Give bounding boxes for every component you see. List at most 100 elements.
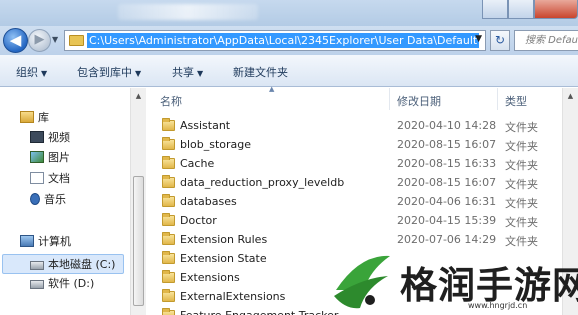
folder-icon [162,308,175,315]
folder-icon [162,213,175,226]
scroll-up-icon[interactable]: ▲ [563,88,578,104]
organize-label: 组织 [16,66,38,79]
recent-pages-dropdown-icon[interactable]: ▼ [52,35,58,44]
file-row[interactable]: Cache 2020-08-15 16:33 文件夹 [147,154,578,173]
nav-item-music[interactable]: 音乐 [30,190,66,210]
nav-item-drive-d[interactable]: 软件 (D:) [30,274,94,294]
close-button[interactable] [534,0,578,19]
file-name: databases [180,195,237,208]
file-row[interactable]: Doctor 2020-04-15 15:39 文件夹 [147,211,578,230]
folder-icon [162,156,175,169]
folder-icon [162,270,175,283]
navigation-bar: ◀ ▶ ▼ C:\Users\Administrator\AppData\Loc… [0,26,578,55]
file-name: Assistant [180,119,231,132]
share-menu[interactable]: 共享 ▼ [172,64,203,80]
computer-icon [20,235,34,247]
file-type: 文件夹 [505,235,538,248]
drive-icon [30,280,44,289]
maximize-button[interactable] [508,0,534,19]
nav-item-local-disk-c[interactable]: 本地磁盘 (C:) [2,254,124,274]
navigation-pane-scrollbar[interactable]: ▲ [130,88,146,315]
search-input[interactable]: 搜索 Defau [514,30,578,51]
file-name: Extensions [180,271,240,284]
share-label: 共享 [172,66,194,79]
nav-label: 音乐 [44,193,66,206]
forward-button[interactable]: ▶ [28,29,51,52]
nav-label: 软件 (D:) [48,277,95,290]
file-modified: 2020-08-15 16:07 [397,176,497,189]
file-row[interactable]: Extension Rules 2020-07-06 14:29 文件夹 [147,230,578,249]
watermark-url: www.hngrjd.cn [468,301,528,310]
chevron-down-icon: ▼ [135,69,142,78]
file-name: Cache [180,157,215,170]
file-type: 文件夹 [505,216,538,229]
command-bar: 组织 ▼ 包含到库中 ▼ 共享 ▼ 新建文件夹 [0,55,578,87]
nav-item-libraries[interactable]: 库 [20,108,49,128]
refresh-button[interactable]: ↻ [490,30,510,51]
address-path-input[interactable]: C:\Users\Administrator\AppData\Local\234… [87,33,480,48]
nav-label: 图片 [48,151,70,164]
folder-icon [162,289,175,302]
file-modified: 2020-07-06 14:29 [397,233,497,246]
file-name: ExternalExtensions [180,290,286,303]
watermark-logo [334,255,390,309]
chevron-down-icon: ▼ [41,69,48,78]
navigation-pane: 库 视频 图片 文档 音乐 计算机 本地磁盘 (C:) 软件 (D:) [0,88,130,315]
nav-item-computer[interactable]: 计算机 [20,232,71,252]
include-in-library-menu[interactable]: 包含到库中 ▼ [77,64,141,80]
new-folder-button[interactable]: 新建文件夹 [233,64,288,80]
folder-icon [162,251,175,264]
nav-label: 本地磁盘 (C:) [48,258,116,271]
nav-item-videos[interactable]: 视频 [30,128,70,148]
file-type: 文件夹 [505,178,538,191]
file-row[interactable]: databases 2020-04-06 16:31 文件夹 [147,192,578,211]
file-type: 文件夹 [505,197,538,210]
column-header: 名称 ▲ 修改日期 类型 [147,85,578,110]
column-divider[interactable] [497,88,498,110]
file-row[interactable]: data_reduction_proxy_leveldb 2020-08-15 1… [147,173,578,192]
nav-item-documents[interactable]: 文档 [30,169,70,189]
file-modified: 2020-04-10 14:28 [397,119,497,132]
file-modified: 2020-04-15 15:39 [397,214,497,227]
nav-item-pictures[interactable]: 图片 [30,148,70,168]
folder-icon [69,35,84,46]
file-name: Extension Rules [180,233,268,246]
scrollbar-thumb[interactable] [133,176,144,306]
file-name: blob_storage [180,138,252,151]
scroll-up-icon[interactable]: ▲ [131,88,146,104]
sort-ascending-icon: ▲ [269,85,275,93]
include-in-library-label: 包含到库中 [77,66,132,79]
nav-label: 计算机 [38,235,71,248]
folder-icon [162,118,175,131]
folder-icon [162,232,175,245]
chevron-down-icon: ▼ [197,69,204,78]
drive-icon [30,261,44,270]
file-modified: 2020-08-15 16:33 [397,157,497,170]
organize-menu[interactable]: 组织 ▼ [16,64,47,80]
folder-icon [162,175,175,188]
back-button[interactable]: ◀ [3,28,28,53]
file-type: 文件夹 [505,121,538,134]
library-icon [20,111,34,123]
column-name[interactable]: 名称 [160,93,182,109]
folder-icon [162,194,175,207]
nav-label: 文档 [48,172,70,185]
nav-label: 库 [38,111,49,124]
minimize-button[interactable] [482,0,508,19]
music-icon [30,193,40,205]
file-modified: 2020-08-15 16:07 [397,138,497,151]
picture-icon [30,151,44,163]
window-controls [482,0,578,20]
address-bar[interactable]: C:\Users\Administrator\AppData\Local\234… [64,30,486,51]
video-icon [30,131,44,143]
file-name: Doctor [180,214,217,227]
file-name: data_reduction_proxy_leveldb [180,176,345,189]
address-dropdown-icon[interactable]: ▼ [475,34,482,44]
folder-icon [162,137,175,150]
column-type[interactable]: 类型 [505,93,527,109]
file-row[interactable]: Assistant 2020-04-10 14:28 文件夹 [147,116,578,135]
column-modified[interactable]: 修改日期 [397,93,441,109]
column-divider[interactable] [389,88,390,110]
file-row[interactable]: blob_storage 2020-08-15 16:07 文件夹 [147,135,578,154]
file-name: Extension State [180,252,267,265]
